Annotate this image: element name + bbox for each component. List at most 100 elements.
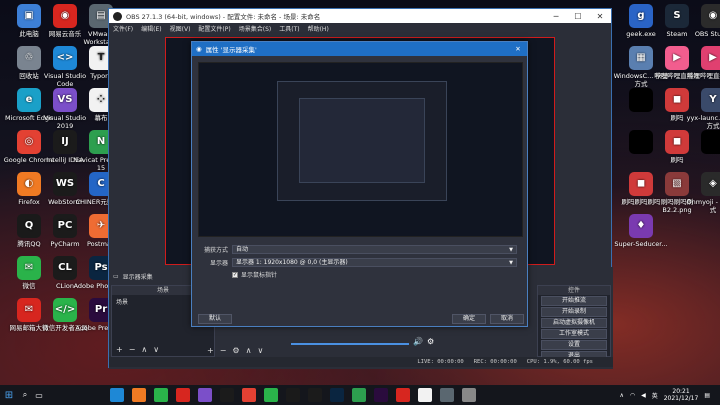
wifi-icon[interactable]: ◠ (630, 392, 635, 399)
start-streaming-button[interactable]: 开始推流 (541, 296, 607, 306)
sources-panel-tools: + − ⚙ ∧ ∨ (207, 346, 263, 355)
dialog-preview (198, 62, 523, 237)
search-icon[interactable]: ⌕ (18, 390, 32, 400)
right-desktop-icon[interactable]: ◈ Onmyoji - 快捷方式 (684, 172, 720, 214)
start-windows-icon[interactable]: ⊞ (0, 390, 18, 401)
start-recording-button[interactable]: 开始录制 (541, 307, 607, 317)
volume-icon[interactable]: ◀ (641, 392, 646, 399)
taskbar-apps (106, 388, 480, 402)
ime-indicator[interactable]: 英 (652, 391, 658, 400)
capture-method-row: 捕获方式 自动 ▼ (198, 245, 517, 254)
taskbar-app-icon[interactable] (374, 388, 388, 402)
add-scene-icon[interactable]: + (116, 345, 123, 354)
capture-method-select[interactable]: 自动 ▼ (232, 245, 517, 254)
menu-tools[interactable]: 工具(T) (279, 24, 299, 33)
settings-button[interactable]: 设置 (541, 340, 607, 350)
taskbar-app-icon[interactable] (308, 388, 322, 402)
taskbar-app-icon[interactable] (352, 388, 366, 402)
controls-panel-header: 控件 (538, 286, 610, 295)
menu-help[interactable]: 帮助(H) (308, 24, 329, 33)
obs-titlebar: OBS 27.1.3 (64-bit, windows) - 配置文件: 未命名… (109, 9, 611, 23)
remove-source-icon[interactable]: − (220, 346, 227, 355)
desktop-icon-label: yyx-launc... 快捷方式 (686, 114, 720, 130)
mixer-gear-icon[interactable]: ⚙ (427, 337, 434, 346)
taskbar-app-icon[interactable] (132, 388, 146, 402)
task-view-icon[interactable]: ▭ (32, 391, 46, 400)
right-desktop-icon[interactable]: Yyyx-launc... 快捷方式 (684, 88, 720, 130)
super-seducer-icon: ♦ (629, 214, 653, 238)
move-up-icon[interactable]: ∧ (141, 345, 147, 354)
chevron-down-icon: ▼ (509, 247, 513, 253)
taskbar-app-icon[interactable] (176, 388, 190, 402)
source-toolbar-label: 显示器采集 (122, 273, 153, 281)
source-down-icon[interactable]: ∨ (257, 346, 263, 355)
taskbar-app-icon[interactable] (440, 388, 454, 402)
close-icon[interactable]: ✕ (589, 12, 611, 21)
obs-window-title: OBS 27.1.3 (64-bit, windows) - 配置文件: 未命名… (126, 13, 321, 21)
right-desktop-icon[interactable]: ▶ 哔哩哔哩直播工具 (684, 46, 720, 80)
capture-method-label: 捕获方式 (203, 247, 228, 254)
dialog-title: 属性 '显示器采集' (205, 46, 257, 54)
desktop-icon-label: 哔哩哔哩直播工具 (687, 72, 720, 80)
source-up-icon[interactable]: ∧ (246, 346, 252, 355)
menu-view[interactable]: 视图(V) (170, 24, 191, 33)
clock-time: 20:21 (672, 388, 690, 395)
taskbar-app-icon[interactable] (286, 388, 300, 402)
obs-logo-icon (113, 11, 122, 21)
notification-icon[interactable]: ▤ (704, 392, 710, 399)
cursor-checkbox[interactable]: ✓ (232, 271, 238, 278)
taskbar-app-icon[interactable] (110, 388, 124, 402)
obs-statusbar: LIVE: 00:00:00 REC: 00:00:00 CPU: 1.9%, … (109, 357, 613, 367)
taskbar-app-icon[interactable] (198, 388, 212, 402)
right-desktop-icon[interactable] (684, 130, 720, 156)
display-value: 显示器 1: 1920x1080 @ 0,0 (主显示器) (236, 259, 348, 266)
recursive-preview-inner (299, 98, 425, 183)
taskbar-app-icon[interactable] (220, 388, 234, 402)
cpu-status: CPU: 1.9%, 60.00 fps (526, 359, 593, 365)
taskbar-app-icon[interactable] (418, 388, 432, 402)
taskbar-app-icon[interactable] (396, 388, 410, 402)
display-row: 显示器 显示器 1: 1920x1080 @ 0,0 (主显示器) ▼ (198, 258, 517, 267)
cursor-label: 显示鼠标指针 (241, 272, 278, 279)
taskbar-app-icon[interactable] (264, 388, 278, 402)
taskbar-app-icon[interactable] (330, 388, 344, 402)
remove-scene-icon[interactable]: − (129, 345, 136, 354)
properties-dialog: ◉ 属性 '显示器采集' ✕ 捕获方式 自动 ▼ 显示器 显示器 1: 1920… (191, 41, 528, 327)
maximize-icon[interactable]: ☐ (567, 12, 589, 21)
display-label: 显示器 (209, 260, 228, 267)
source-settings-gear-icon[interactable]: ⚙ (232, 346, 239, 355)
menu-scene-collection[interactable]: 场景集合(S) (239, 24, 272, 33)
source-toolbar: ▭ 显示器采集 (113, 271, 153, 281)
start-virtual-camera-button[interactable]: 启动虚拟摄像机 (541, 318, 607, 328)
obs-icon: ◉ (701, 4, 720, 28)
taskbar-app-icon[interactable] (242, 388, 256, 402)
right-desktop-icon[interactable]: ◉ OBS Studio (684, 4, 720, 38)
taskbar-app-icon[interactable] (154, 388, 168, 402)
cancel-button[interactable]: 取消 (490, 314, 524, 324)
speaker-icon[interactable]: 🔊 (413, 337, 423, 346)
tray-up-arrow-icon[interactable]: ∧ (619, 392, 623, 399)
move-down-icon[interactable]: ∨ (153, 345, 159, 354)
clock[interactable]: 20:21 2021/12/17 (664, 388, 699, 402)
menu-profile[interactable]: 配置文件(P) (198, 24, 230, 33)
studio-mode-button[interactable]: 工作室模式 (541, 329, 607, 339)
volume-slider[interactable] (291, 343, 409, 345)
display-select[interactable]: 显示器 1: 1920x1080 @ 0,0 (主显示器) ▼ (232, 258, 517, 267)
taskbar-app-icon[interactable] (462, 388, 476, 402)
minimize-icon[interactable]: ─ (545, 12, 567, 21)
dialog-titlebar: ◉ 属性 '显示器采集' ✕ (192, 42, 527, 56)
defaults-button[interactable]: 默认 (198, 314, 232, 324)
dialog-close-icon[interactable]: ✕ (509, 45, 527, 53)
onmyoji-icon: ◈ (701, 172, 720, 196)
yyx-launcher-icon: Y (701, 88, 720, 112)
taskbar: ⊞ ⌕ ▭ ∧ ◠ ◀ 英 20:21 2021/12/17 ▤ (0, 385, 720, 405)
clock-date: 2021/12/17 (663, 395, 699, 402)
capture-method-value: 自动 (236, 246, 249, 253)
right-desktop-icon[interactable]: ♦ Super-Seducer... (612, 214, 670, 248)
menu-edit[interactable]: 编辑(E) (141, 24, 161, 33)
menu-file[interactable]: 文件(F) (113, 24, 133, 33)
desktop-icon-label: OBS Studio (694, 30, 720, 38)
scenes-panel-tools: + − ∧ ∨ (116, 345, 159, 354)
ok-button[interactable]: 确定 (452, 314, 486, 324)
add-source-icon[interactable]: + (207, 346, 214, 355)
